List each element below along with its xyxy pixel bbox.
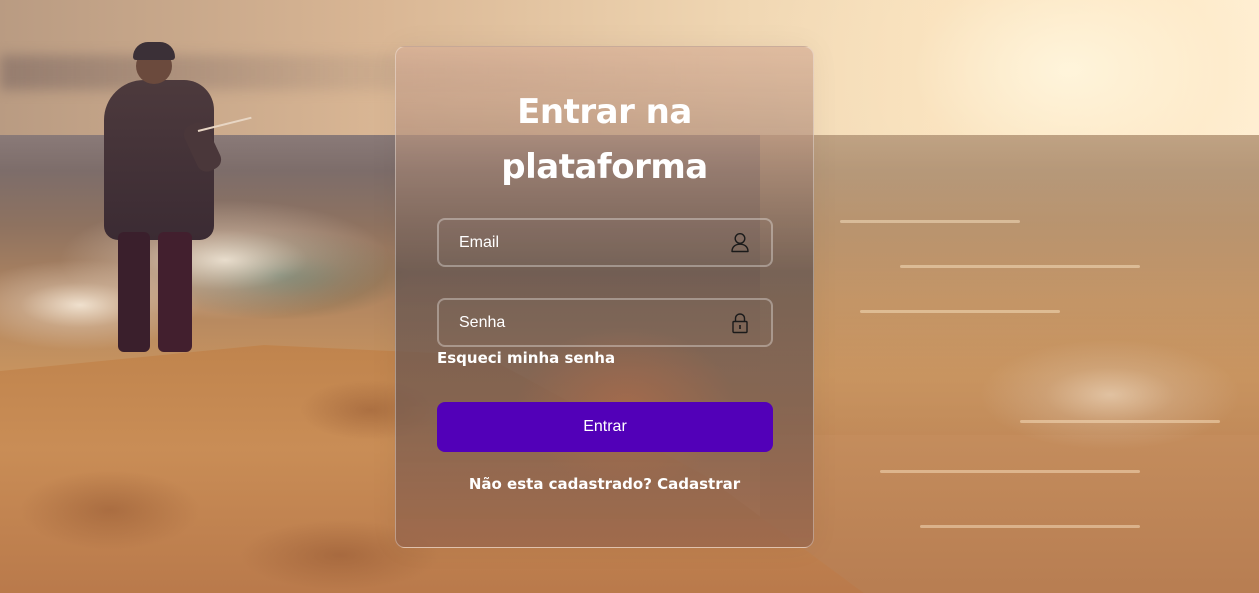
sea-ripple bbox=[920, 525, 1140, 528]
password-field bbox=[437, 298, 773, 347]
sea-ripple bbox=[900, 265, 1140, 268]
email-input[interactable] bbox=[439, 220, 771, 265]
wave-foam bbox=[980, 340, 1240, 450]
user-icon bbox=[729, 231, 751, 255]
sea-ripple bbox=[860, 310, 1060, 313]
forgot-password-link[interactable]: Esqueci minha senha bbox=[437, 349, 615, 367]
register-prompt-text: Não esta cadastrado? bbox=[468, 475, 652, 493]
sea-ripple bbox=[1020, 420, 1220, 423]
lock-icon bbox=[729, 311, 751, 335]
sand-shadow bbox=[20, 470, 200, 550]
email-field bbox=[437, 218, 773, 267]
page-title: Entrar na plataforma bbox=[501, 92, 708, 187]
sea-ripple bbox=[880, 470, 1140, 473]
fisherman-figure bbox=[100, 42, 260, 362]
login-button[interactable]: Entrar bbox=[437, 402, 773, 452]
login-card: Entrar na plataforma Esqueci minha senha… bbox=[395, 46, 814, 548]
register-link[interactable]: Cadastrar bbox=[657, 475, 740, 493]
password-input[interactable] bbox=[439, 300, 771, 345]
register-prompt: Não esta cadastrado? Cadastrar bbox=[396, 475, 813, 493]
sea-ripple bbox=[840, 220, 1020, 223]
